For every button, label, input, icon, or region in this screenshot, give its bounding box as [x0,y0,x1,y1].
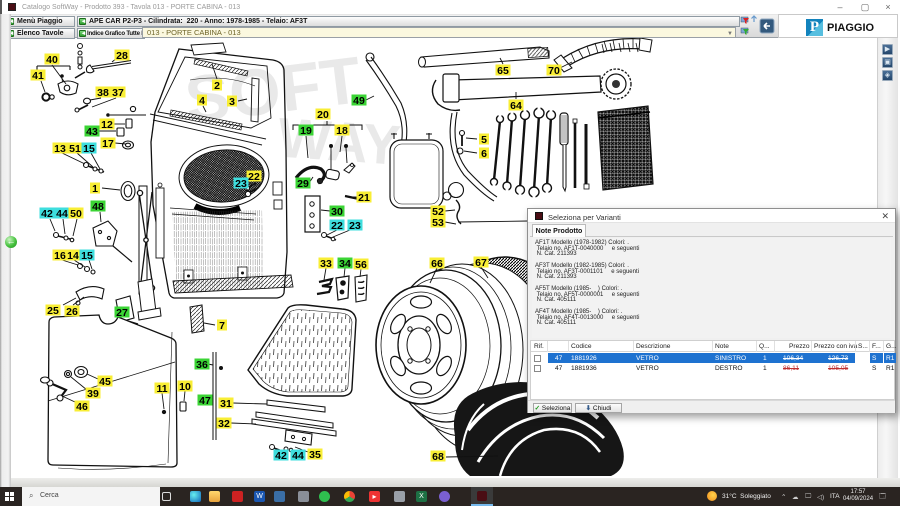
svg-text:23: 23 [349,220,361,232]
svg-text:38: 38 [97,87,109,99]
svg-text:1: 1 [92,183,98,195]
svg-text:44: 44 [292,450,304,462]
svg-text:46: 46 [76,401,88,413]
svg-text:64: 64 [510,100,522,112]
svg-text:22: 22 [248,171,260,183]
svg-text:26: 26 [66,306,78,318]
svg-text:53: 53 [432,217,444,229]
svg-text:45: 45 [99,376,111,388]
svg-text:5: 5 [481,134,487,146]
svg-text:44: 44 [56,208,68,220]
svg-text:10: 10 [179,381,191,393]
svg-text:42: 42 [41,208,53,220]
svg-text:7: 7 [219,320,225,332]
svg-text:4: 4 [199,95,205,107]
svg-text:25: 25 [47,305,59,317]
svg-text:47: 47 [199,395,211,407]
svg-text:43: 43 [86,126,98,138]
svg-text:48: 48 [92,201,104,213]
svg-text:16: 16 [54,250,66,262]
svg-text:49: 49 [353,95,365,107]
svg-text:3: 3 [229,96,235,108]
svg-text:11: 11 [156,383,167,395]
svg-text:70: 70 [548,65,560,77]
svg-text:27: 27 [116,307,128,319]
svg-text:32: 32 [218,418,230,430]
svg-text:15: 15 [83,143,95,155]
svg-text:22: 22 [331,220,343,232]
svg-text:21: 21 [358,192,370,204]
svg-text:66: 66 [431,258,443,270]
svg-text:34: 34 [339,258,351,270]
svg-text:36: 36 [196,359,208,371]
svg-text:50: 50 [70,208,82,220]
svg-text:30: 30 [331,206,343,218]
svg-text:12: 12 [101,119,113,131]
svg-text:23: 23 [235,178,247,190]
svg-text:19: 19 [300,125,312,137]
svg-text:31: 31 [220,398,232,410]
svg-text:65: 65 [497,65,509,77]
svg-text:33: 33 [320,258,332,270]
svg-text:29: 29 [297,178,309,190]
svg-text:39: 39 [87,388,99,400]
svg-text:40: 40 [46,54,58,66]
svg-text:35: 35 [309,449,321,461]
svg-text:37: 37 [112,87,124,99]
svg-text:28: 28 [116,50,128,62]
svg-text:2: 2 [214,80,220,92]
svg-text:42: 42 [275,450,287,462]
svg-text:56: 56 [355,259,367,271]
svg-text:41: 41 [32,70,44,82]
svg-text:15: 15 [81,250,93,262]
svg-text:20: 20 [317,109,329,121]
svg-text:51: 51 [69,143,81,155]
svg-text:6: 6 [481,148,487,160]
svg-text:68: 68 [432,451,444,463]
svg-text:67: 67 [475,257,487,269]
svg-text:14: 14 [67,250,79,262]
svg-text:17: 17 [102,138,114,150]
svg-text:13: 13 [54,143,66,155]
svg-text:18: 18 [336,125,348,137]
svg-text:WAY: WAY [276,105,403,176]
